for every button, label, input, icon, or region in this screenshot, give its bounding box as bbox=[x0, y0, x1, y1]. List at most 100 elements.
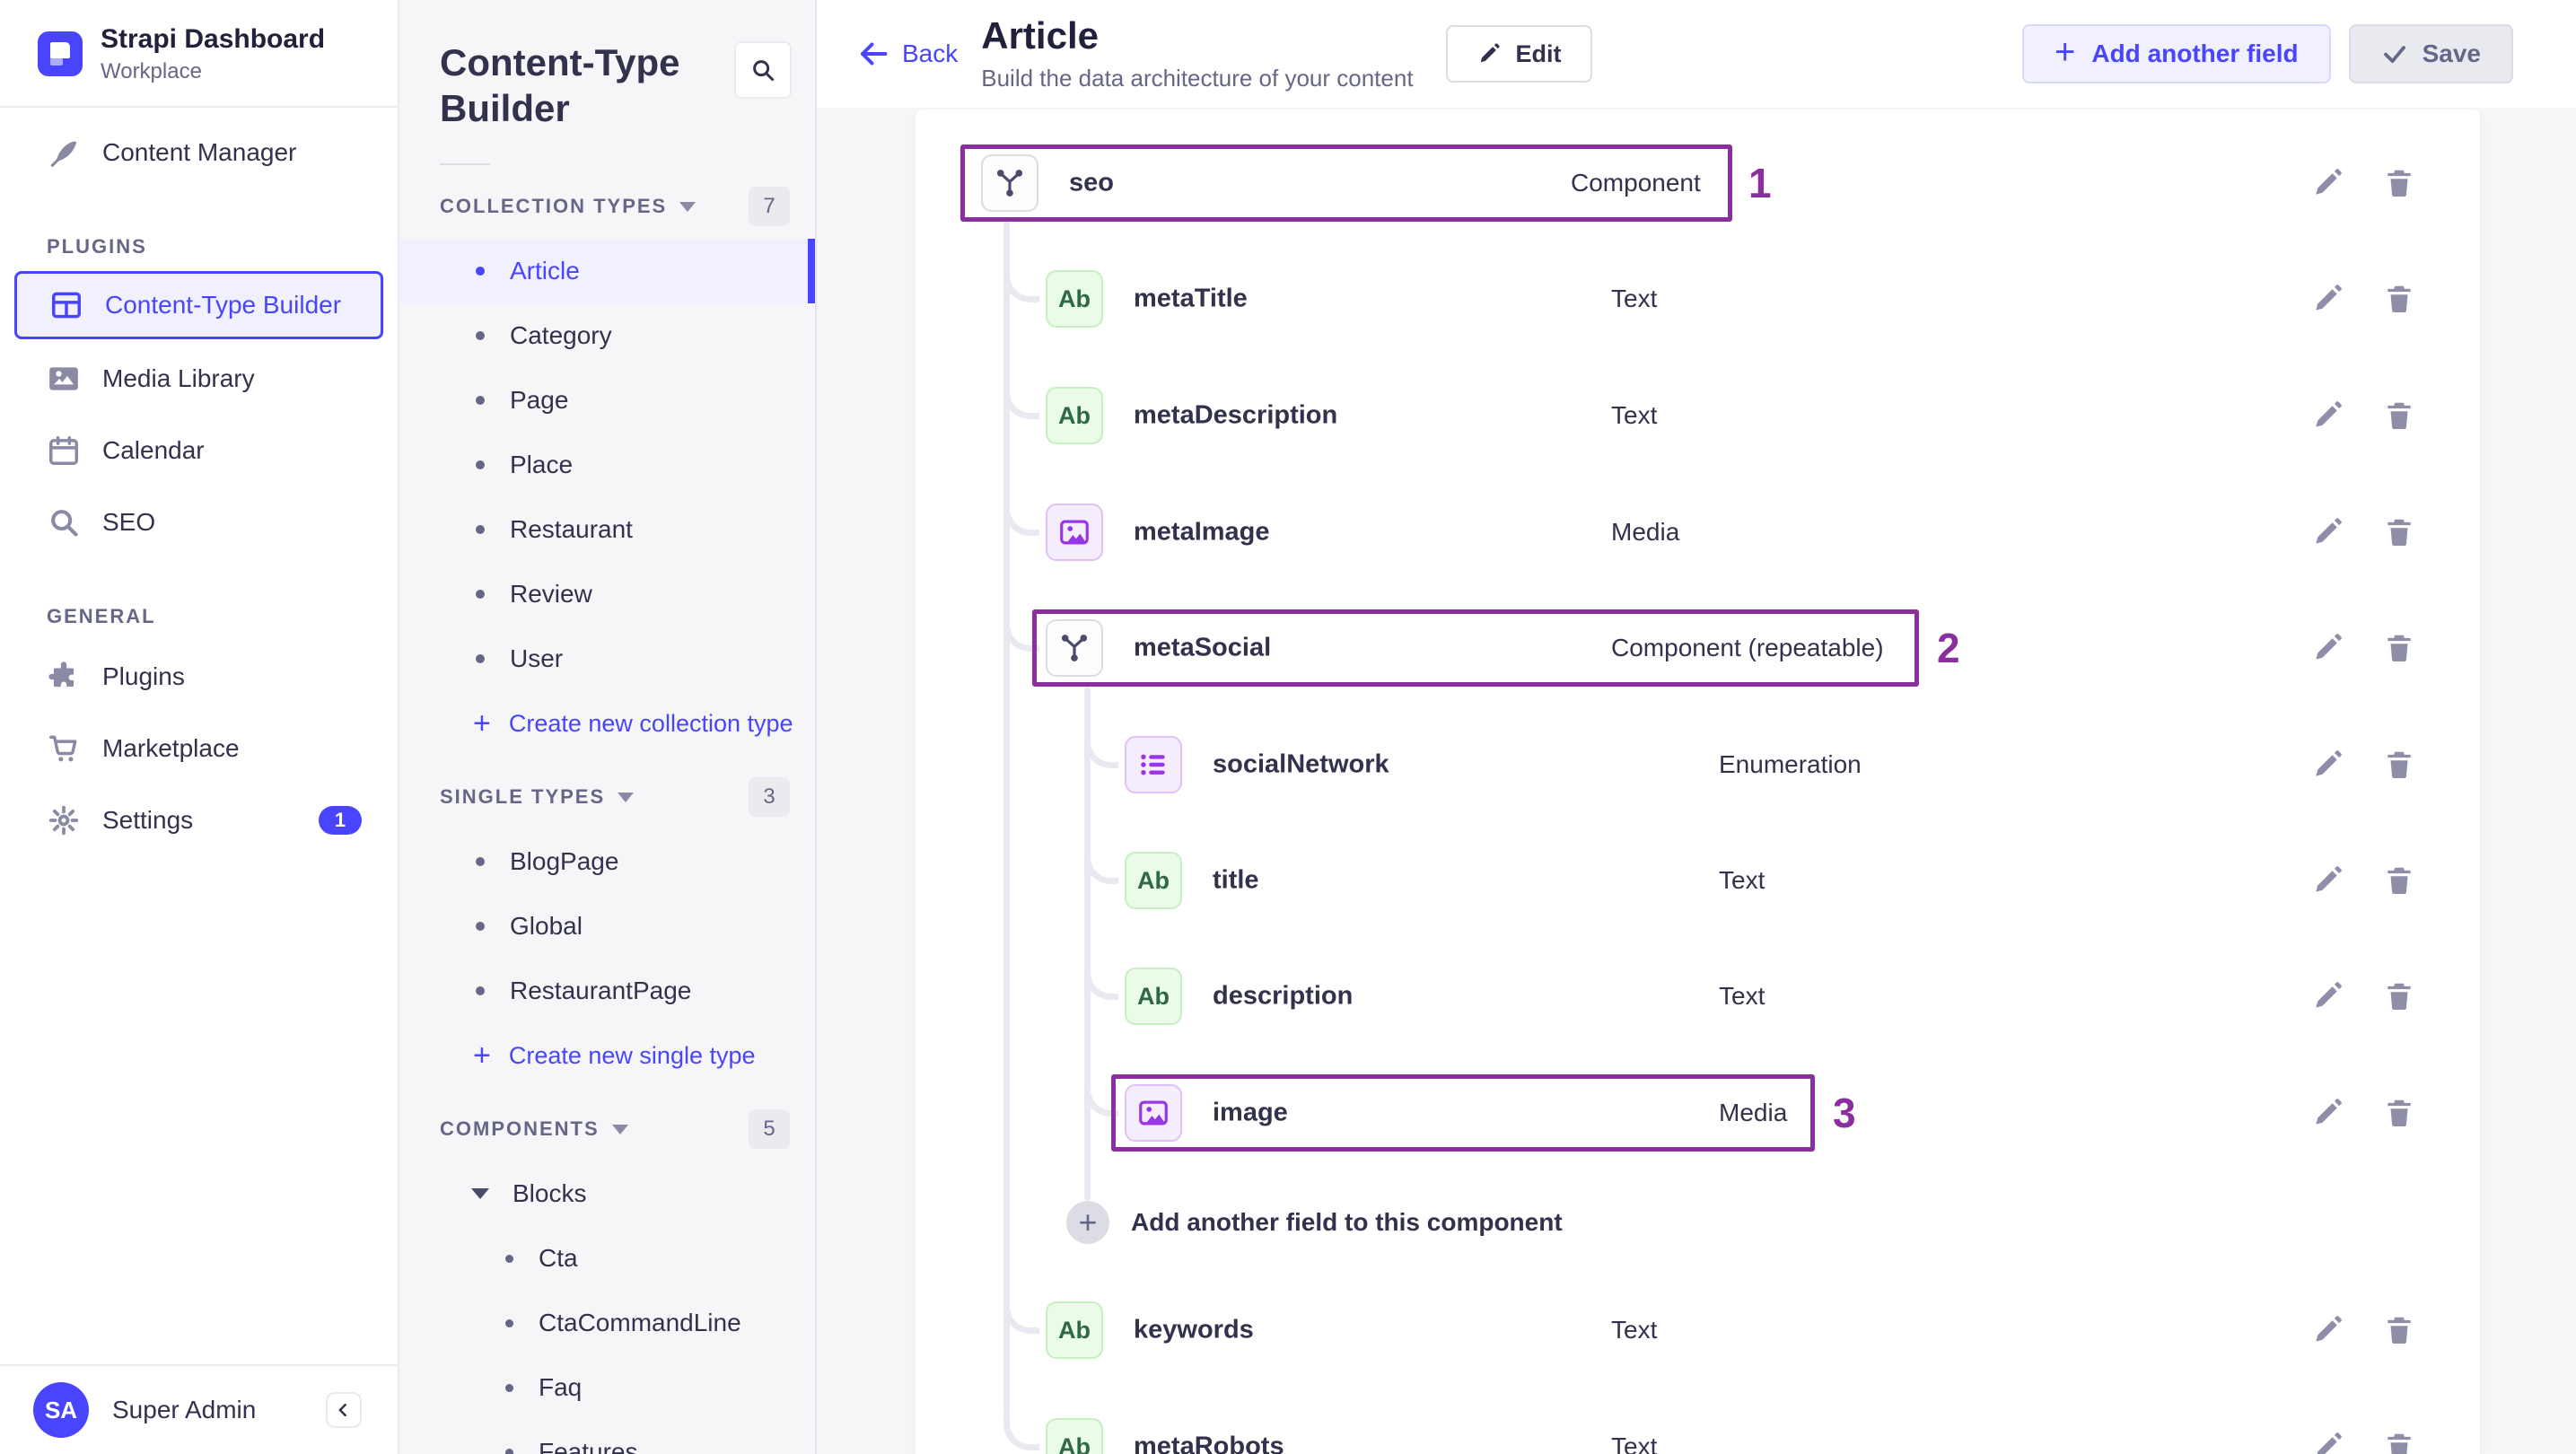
callout-number: 3 bbox=[1833, 1090, 1856, 1136]
sidebar-item-label: Content-Type Builder bbox=[105, 291, 342, 319]
add-another-field-button[interactable]: + Add another field bbox=[2022, 24, 2331, 83]
delete-field-button[interactable] bbox=[2382, 1313, 2416, 1347]
type-item-global[interactable]: Global bbox=[399, 894, 815, 959]
calendar-icon bbox=[47, 434, 81, 468]
component-item-faq[interactable]: Faq bbox=[399, 1355, 815, 1420]
sidebar-item-calendar[interactable]: Calendar bbox=[0, 415, 398, 486]
field-type: Text bbox=[1719, 982, 1766, 1010]
delete-field-button[interactable] bbox=[2382, 166, 2416, 200]
sidebar-item-label: Marketplace bbox=[102, 734, 240, 762]
field-type: Text bbox=[1719, 866, 1766, 894]
panel-section-collection-types[interactable]: COLLECTION TYPES 7 bbox=[399, 174, 815, 239]
field-name-metaimage: metaImage bbox=[1134, 517, 1270, 547]
field-type: Text bbox=[1611, 285, 1658, 312]
edit-field-button[interactable] bbox=[2310, 282, 2344, 316]
component-group-blocks[interactable]: Blocks bbox=[399, 1161, 815, 1226]
field-type: Text bbox=[1611, 1432, 1658, 1454]
text-icon: Ab bbox=[1125, 968, 1182, 1025]
section-label: COMPONENTS bbox=[440, 1117, 600, 1140]
cart-icon bbox=[47, 731, 81, 766]
delete-field-button[interactable] bbox=[2382, 631, 2416, 665]
edit-field-button[interactable] bbox=[2310, 863, 2344, 898]
edit-field-button[interactable] bbox=[2310, 399, 2344, 433]
type-item-review[interactable]: Review bbox=[399, 562, 815, 626]
sidebar-item-media-library[interactable]: Media Library bbox=[0, 343, 398, 415]
bullet-icon bbox=[476, 654, 485, 663]
type-item-category[interactable]: Category bbox=[399, 303, 815, 368]
sidebar-item-seo[interactable]: SEO bbox=[0, 486, 398, 558]
delete-field-button[interactable] bbox=[2382, 399, 2416, 433]
delete-field-button[interactable] bbox=[2382, 1430, 2416, 1454]
user-area: SA Super Admin bbox=[0, 1364, 398, 1454]
type-item-restaurant[interactable]: Restaurant bbox=[399, 497, 815, 562]
edit-field-button[interactable] bbox=[2310, 1313, 2344, 1347]
back-link[interactable]: Back bbox=[857, 38, 958, 70]
group-label: Blocks bbox=[513, 1179, 587, 1207]
component-item-ctacommandline[interactable]: CtaCommandLine bbox=[399, 1291, 815, 1355]
add-field-to-component-button[interactable]: + bbox=[1066, 1201, 1109, 1244]
text-icon: Ab bbox=[1046, 1418, 1103, 1454]
sidebar-section-label: GENERAL bbox=[47, 605, 156, 627]
edit-field-button[interactable] bbox=[2310, 631, 2344, 665]
type-item-label: Category bbox=[510, 321, 612, 349]
panel-section-components[interactable]: COMPONENTS 5 bbox=[399, 1097, 815, 1161]
sidebar-item-settings[interactable]: Settings 1 bbox=[0, 784, 398, 856]
section-label: SINGLE TYPES bbox=[440, 785, 606, 808]
delete-field-button[interactable] bbox=[2382, 1096, 2416, 1130]
field-type: Media bbox=[1719, 1099, 1788, 1126]
sidebar-item-marketplace[interactable]: Marketplace bbox=[0, 713, 398, 784]
field-name-title: title bbox=[1213, 865, 1259, 895]
plus-icon: + bbox=[473, 706, 491, 740]
bullet-icon bbox=[476, 460, 485, 469]
chevron-down-icon bbox=[471, 1188, 489, 1199]
edit-field-button[interactable] bbox=[2310, 1096, 2344, 1130]
save-label: Save bbox=[2422, 39, 2481, 67]
edit-field-button[interactable] bbox=[2310, 166, 2344, 200]
edit-field-button[interactable] bbox=[2310, 979, 2344, 1013]
type-item-label: User bbox=[510, 644, 564, 672]
add-field-to-component-label[interactable]: Add another field to this component bbox=[1131, 1208, 1563, 1237]
edit-button[interactable]: Edit bbox=[1445, 25, 1592, 83]
sidebar-item-content-type-builder[interactable]: Content-Type Builder bbox=[14, 271, 383, 339]
page-title: Article bbox=[981, 14, 1099, 57]
search-icon bbox=[753, 60, 775, 82]
component-item-label: Features bbox=[539, 1438, 638, 1454]
edit-field-button[interactable] bbox=[2310, 1430, 2344, 1454]
bullet-icon bbox=[476, 396, 485, 405]
delete-field-button[interactable] bbox=[2382, 515, 2416, 549]
field-name-description: description bbox=[1213, 981, 1354, 1011]
search-icon bbox=[47, 505, 81, 539]
type-item-label: Place bbox=[510, 451, 574, 478]
delete-field-button[interactable] bbox=[2382, 748, 2416, 782]
edit-field-button[interactable] bbox=[2310, 515, 2344, 549]
type-item-article[interactable]: Article bbox=[399, 239, 815, 303]
bullet-icon bbox=[476, 267, 485, 276]
create-link-create-new-single-type[interactable]: + Create new single type bbox=[399, 1023, 815, 1088]
delete-field-button[interactable] bbox=[2382, 863, 2416, 898]
search-button[interactable] bbox=[734, 41, 792, 99]
sidebar-item-content-manager[interactable]: Content Manager bbox=[0, 117, 398, 188]
field-name-socialnetwork: socialNetwork bbox=[1213, 749, 1389, 779]
component-item-features[interactable]: Features bbox=[399, 1420, 815, 1454]
type-item-page[interactable]: Page bbox=[399, 368, 815, 433]
section-count-badge: 7 bbox=[749, 187, 790, 226]
type-item-restaurantpage[interactable]: RestaurantPage bbox=[399, 959, 815, 1023]
sidebar-item-plugins[interactable]: Plugins bbox=[0, 641, 398, 713]
type-item-user[interactable]: User bbox=[399, 626, 815, 691]
edit-field-button[interactable] bbox=[2310, 748, 2344, 782]
delete-field-button[interactable] bbox=[2382, 282, 2416, 316]
avatar[interactable]: SA bbox=[33, 1382, 89, 1438]
sidebar-item-label: SEO bbox=[102, 508, 156, 536]
create-link-create-new-collection-type[interactable]: + Create new collection type bbox=[399, 691, 815, 756]
brand-name: Strapi Dashboard bbox=[101, 24, 326, 54]
delete-field-button[interactable] bbox=[2382, 979, 2416, 1013]
field-type: Component (repeatable) bbox=[1611, 634, 1884, 661]
chevron-down-icon bbox=[618, 792, 635, 802]
collapse-sidebar-button[interactable] bbox=[326, 1392, 362, 1428]
type-item-blogpage[interactable]: BlogPage bbox=[399, 829, 815, 894]
pencil-icon bbox=[1480, 43, 1500, 63]
component-item-cta[interactable]: Cta bbox=[399, 1226, 815, 1291]
type-item-place[interactable]: Place bbox=[399, 433, 815, 497]
panel-section-single-types[interactable]: SINGLE TYPES 3 bbox=[399, 765, 815, 829]
save-button[interactable]: Save bbox=[2348, 24, 2513, 83]
